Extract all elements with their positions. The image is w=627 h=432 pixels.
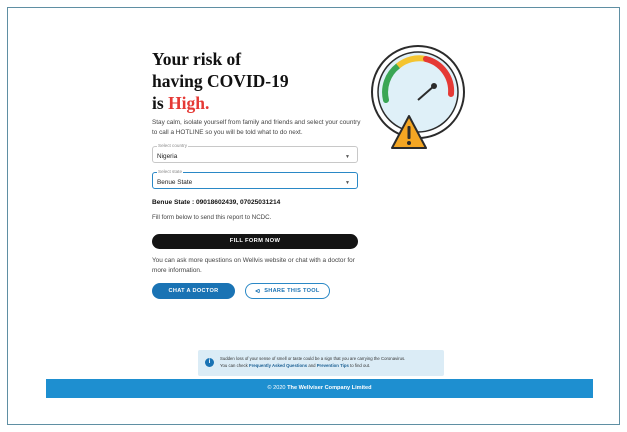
notice-text-4: to find out. bbox=[350, 362, 371, 368]
footer-company: The Wellviser Company Limited bbox=[287, 385, 372, 391]
heading-is: is bbox=[152, 93, 164, 113]
chat-doctor-button[interactable]: CHAT A DOCTOR bbox=[152, 283, 235, 299]
heading-line-1: Your risk of bbox=[152, 49, 242, 69]
info-icon: i bbox=[205, 358, 214, 367]
action-buttons: CHAT A DOCTOR ⪦ SHARE THIS TOOL bbox=[152, 283, 364, 299]
share-icon: ⪦ bbox=[255, 286, 261, 295]
notice-text-3: and bbox=[308, 362, 316, 368]
state-select-label: Select state bbox=[157, 169, 184, 175]
fill-form-note: Fill form below to send this report to N… bbox=[152, 214, 272, 221]
state-select-value: Benue State bbox=[157, 179, 193, 186]
info-notice: i Sudden loss of your sense of smell or … bbox=[198, 350, 444, 376]
hotline-numbers: Benue State : 09018602439, 07025031214 bbox=[152, 199, 281, 206]
country-select-value: Nigeria bbox=[157, 153, 178, 160]
share-tool-button[interactable]: ⪦ SHARE THIS TOOL bbox=[245, 283, 330, 299]
state-select[interactable]: Select state Benue State ▼ bbox=[152, 169, 358, 189]
footer: © 2020 The Wellviser Company Limited bbox=[46, 379, 593, 398]
country-select-label: Select country bbox=[157, 143, 189, 149]
footer-year: © 2020 bbox=[267, 385, 286, 391]
notice-text-1: Sudden loss of your sense of smell or ta… bbox=[220, 356, 406, 361]
country-select[interactable]: Select country Nigeria ▼ bbox=[152, 143, 358, 163]
prevention-tips-link[interactable]: Prevention Tips bbox=[317, 363, 349, 368]
risk-heading: Your risk of having COVID-19 is High. bbox=[152, 48, 364, 114]
more-info-text: You can ask more questions on Wellvis we… bbox=[152, 257, 355, 274]
intro-text: Stay calm, isolate yourself from family … bbox=[152, 119, 361, 136]
heading-line-2: having COVID-19 bbox=[152, 71, 289, 91]
risk-gauge-icon bbox=[371, 45, 465, 149]
result-panel: Your risk of having COVID-19 is High. St… bbox=[152, 48, 364, 299]
fill-form-button[interactable]: FILL FORM NOW bbox=[152, 234, 358, 249]
chevron-down-icon: ▼ bbox=[345, 154, 350, 160]
share-tool-label: SHARE THIS TOOL bbox=[264, 288, 320, 294]
chevron-down-icon: ▼ bbox=[345, 180, 350, 186]
faq-link[interactable]: Frequently Asked Questions bbox=[249, 363, 307, 368]
heading-line-3: is High. bbox=[152, 92, 364, 114]
notice-text: Sudden loss of your sense of smell or ta… bbox=[220, 356, 440, 369]
risk-level: High. bbox=[168, 93, 210, 113]
notice-text-2: You can check bbox=[220, 362, 248, 368]
